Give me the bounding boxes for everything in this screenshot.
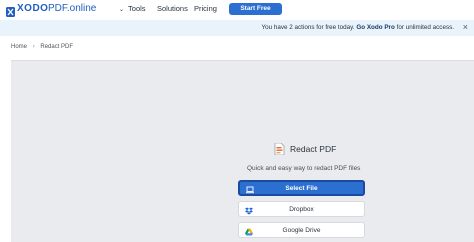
- dropbox-icon: [245, 206, 253, 215]
- nav-pricing[interactable]: Pricing: [194, 4, 217, 13]
- tool-title: Redact PDF: [274, 142, 337, 156]
- banner-suffix: for unlimited access.: [396, 24, 454, 31]
- breadcrumb-current: Redact PDF: [40, 44, 74, 50]
- top-navigation: XODO PDF.online ⌄ Tools Solutions Pricing…: [0, 0, 474, 18]
- google-drive-icon: [245, 227, 253, 236]
- logo-text: XODO: [17, 3, 49, 14]
- dropbox-label: Dropbox: [289, 206, 314, 213]
- nav-solutions[interactable]: Solutions: [157, 4, 188, 13]
- breadcrumb-separator: ›: [32, 44, 35, 50]
- banner-prefix: You have 2 actions for free today.: [261, 24, 355, 31]
- google-drive-button[interactable]: Google Drive: [238, 222, 365, 238]
- google-drive-label: Google Drive: [282, 227, 321, 234]
- logo-subtext: PDF.online: [48, 3, 97, 14]
- select-file-button[interactable]: Select File: [238, 180, 365, 196]
- select-file-label: Select File: [285, 185, 318, 192]
- tool-title-text: Redact PDF: [290, 144, 337, 154]
- xodo-logo-icon: [6, 4, 15, 17]
- xodo-logo[interactable]: XODO: [6, 3, 49, 17]
- start-free-button[interactable]: Start Free: [229, 3, 282, 15]
- dropbox-button[interactable]: Dropbox: [238, 201, 365, 217]
- chevron-down-icon: ⌄: [119, 7, 125, 13]
- breadcrumb-home[interactable]: Home: [11, 44, 27, 50]
- free-actions-banner: You have 2 actions for free today. Go Xo…: [0, 20, 474, 36]
- go-xodo-pro-link[interactable]: Go Xodo Pro: [356, 24, 394, 31]
- nav-tools-label: Tools: [128, 4, 146, 13]
- tool-subtitle: Quick and easy way to redact PDF files: [247, 165, 361, 172]
- close-icon[interactable]: ×: [463, 22, 468, 32]
- redact-pdf-icon: [274, 142, 285, 156]
- banner-text: You have 2 actions for free today. Go Xo…: [261, 24, 454, 31]
- breadcrumb: Home › Redact PDF: [11, 44, 73, 50]
- laptop-icon: [246, 186, 254, 194]
- nav-tools[interactable]: ⌄ Tools: [119, 4, 146, 13]
